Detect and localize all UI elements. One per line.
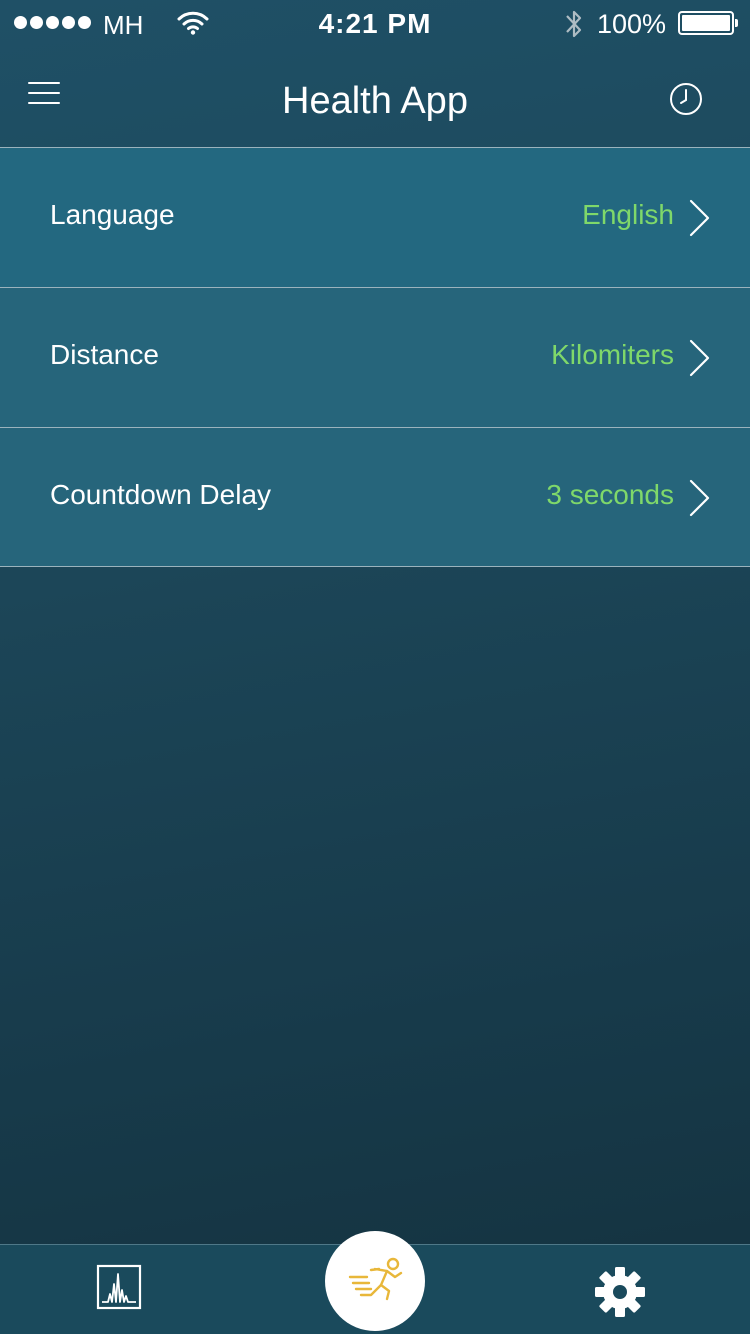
- setting-value: Kilomiters: [551, 339, 674, 370]
- stats-chart-icon[interactable]: [96, 1264, 142, 1310]
- gear-icon[interactable]: [594, 1266, 646, 1318]
- battery-percent: 100%: [597, 9, 667, 39]
- nav-bar: Health App: [0, 50, 750, 147]
- setting-row-distance[interactable]: Distance Kilomiters: [0, 287, 750, 427]
- setting-value: English: [582, 199, 674, 230]
- battery-icon: [678, 11, 738, 35]
- bluetooth-icon: [566, 10, 582, 38]
- setting-label: Countdown Delay: [50, 479, 272, 510]
- clock-history-icon[interactable]: [668, 81, 704, 117]
- setting-row-language[interactable]: Language English: [0, 147, 750, 287]
- setting-label: Distance: [50, 339, 159, 370]
- setting-label: Language: [50, 199, 175, 230]
- settings-list: Language English Distance Kilomiters Cou…: [0, 147, 750, 567]
- setting-row-countdown-delay[interactable]: Countdown Delay 3 seconds: [0, 427, 750, 567]
- chevron-right-icon: [689, 339, 710, 377]
- page-title: Health App: [282, 80, 468, 122]
- chevron-right-icon: [689, 199, 710, 237]
- status-bar: MH 4:21 PM 100%: [0, 0, 750, 50]
- tab-run[interactable]: [325, 1231, 425, 1331]
- running-man-icon: [348, 1257, 403, 1301]
- tab-bar: [0, 1231, 750, 1334]
- chevron-right-icon: [689, 479, 710, 517]
- setting-value: 3 seconds: [546, 479, 674, 510]
